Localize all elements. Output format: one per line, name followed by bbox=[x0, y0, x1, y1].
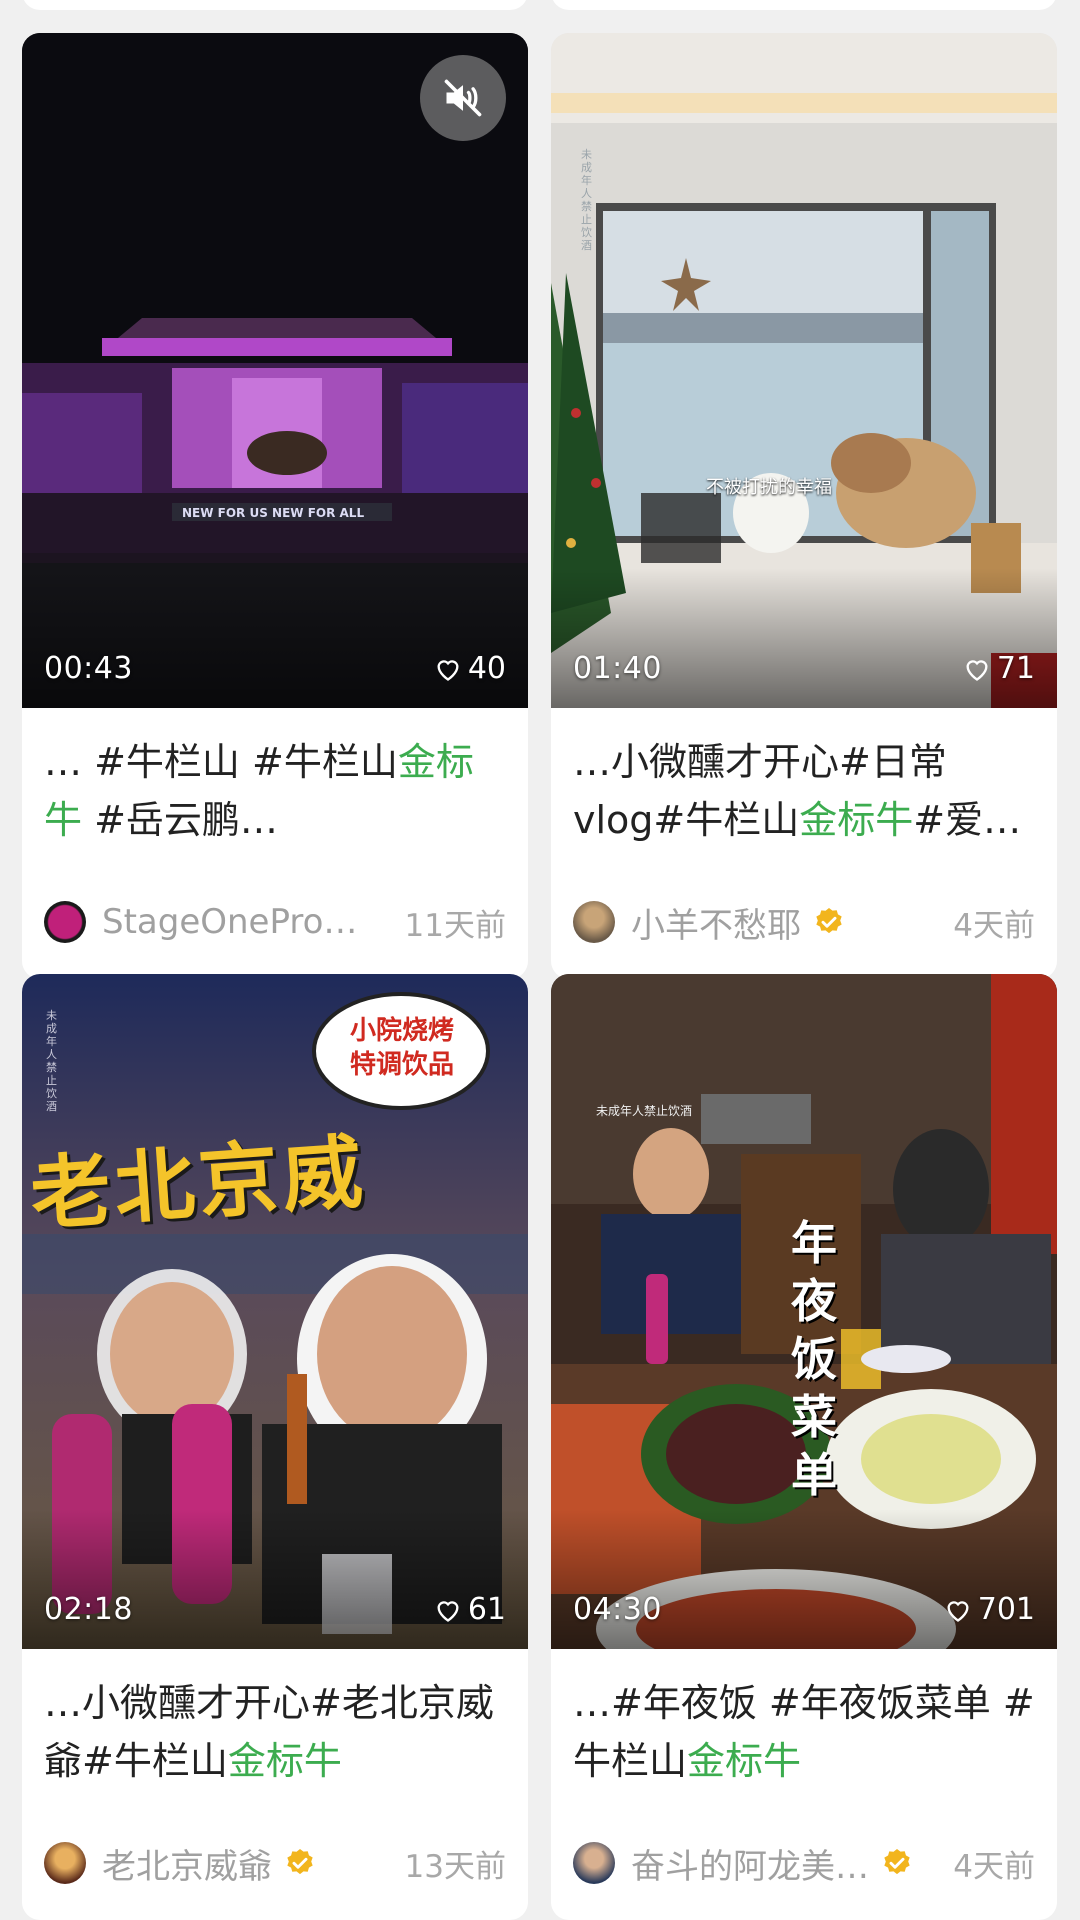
title-text-tail: #岳云鹏… bbox=[82, 798, 278, 842]
thumbnail-headline: 老北京威 bbox=[27, 1124, 370, 1242]
like-count[interactable]: 61 bbox=[434, 1592, 506, 1627]
author-avatar[interactable] bbox=[44, 901, 86, 943]
heart-icon bbox=[947, 1600, 969, 1622]
like-count[interactable]: 40 bbox=[434, 651, 506, 686]
verified-badge-icon bbox=[816, 908, 842, 934]
thumbnail-sign-text: NEW FOR US NEW FOR ALL bbox=[182, 506, 365, 520]
video-card[interactable]: 年夜饭菜单 未成年人禁止饮酒 04:30 701 …#年夜饭 #年夜饭菜单 #牛… bbox=[551, 974, 1057, 1920]
post-time: 11天前 bbox=[404, 907, 506, 944]
heart-icon bbox=[966, 659, 988, 681]
age-warning-note: 未成年人禁止饮酒 bbox=[581, 148, 592, 252]
verified-badge-icon bbox=[884, 1849, 910, 1875]
thumbnail-shade bbox=[22, 1509, 528, 1649]
heart-icon bbox=[437, 1600, 459, 1622]
video-title[interactable]: …小微醺才开心#日常vlog#牛栏山金标牛#爱… bbox=[573, 733, 1035, 849]
author-avatar[interactable] bbox=[573, 901, 615, 943]
video-card[interactable]: 不被打扰的幸福 未成年人禁止饮酒 01:40 71 …小微醺才开心#日常vlog… bbox=[551, 33, 1057, 979]
author-name[interactable]: StageOnePro… bbox=[102, 902, 357, 942]
thumbnail-shade bbox=[551, 1509, 1057, 1649]
previous-card-bottom bbox=[551, 0, 1057, 10]
video-card[interactable]: 老北京威 小院烧烤特调饮品 未成年人禁止饮酒 02:18 61 …小微醺才开心#… bbox=[22, 974, 528, 1920]
title-text-tail: #爱… bbox=[913, 798, 1022, 842]
author-avatar[interactable] bbox=[573, 1842, 615, 1884]
title-highlight: 金标牛 bbox=[799, 798, 914, 842]
card-meta: 小羊不愁耶 4天前 bbox=[573, 898, 1035, 947]
like-count[interactable]: 701 bbox=[944, 1592, 1035, 1627]
card-meta: 老北京威爺 13天前 bbox=[44, 1839, 506, 1888]
like-count-value: 61 bbox=[467, 1592, 506, 1627]
post-time: 4天前 bbox=[953, 1848, 1035, 1885]
thumbnail-shade bbox=[22, 568, 528, 708]
video-title[interactable]: … #牛栏山 #牛栏山金标牛 #岳云鹏… bbox=[44, 733, 506, 849]
video-thumbnail[interactable]: 不被打扰的幸福 未成年人禁止饮酒 01:40 71 bbox=[551, 33, 1057, 708]
video-title[interactable]: …#年夜饭 #年夜饭菜单 #牛栏山金标牛 bbox=[573, 1674, 1035, 1790]
age-warning-note: 未成年人禁止饮酒 bbox=[46, 1009, 57, 1113]
author-name[interactable]: 小羊不愁耶 bbox=[631, 898, 801, 947]
author-name[interactable]: 老北京威爺 bbox=[102, 1839, 272, 1888]
video-thumbnail[interactable]: 年夜饭菜单 未成年人禁止饮酒 04:30 701 bbox=[551, 974, 1057, 1649]
mute-button[interactable] bbox=[420, 55, 506, 141]
like-count-value: 40 bbox=[467, 651, 506, 686]
verified-badge-icon bbox=[287, 1849, 313, 1875]
author-avatar[interactable] bbox=[44, 1842, 86, 1884]
video-title[interactable]: …小微醺才开心#老北京威爺#牛栏山金标牛 bbox=[44, 1674, 506, 1790]
video-caption: 不被打扰的幸福 bbox=[706, 477, 832, 498]
video-duration: 00:43 bbox=[44, 651, 133, 686]
card-meta: StageOnePro… 11天前 bbox=[44, 899, 506, 945]
video-card[interactable]: NEW FOR US NEW FOR ALL 00:43 40 … #牛栏山 #… bbox=[22, 33, 528, 979]
post-time: 13天前 bbox=[404, 1848, 506, 1885]
like-count[interactable]: 71 bbox=[963, 651, 1035, 686]
like-count-value: 701 bbox=[977, 1592, 1035, 1627]
speech-bubble-text: 小院烧烤特调饮品 bbox=[349, 1016, 454, 1080]
mute-icon bbox=[444, 79, 482, 117]
title-highlight: 金标牛 bbox=[227, 1739, 342, 1783]
card-meta: 奋斗的阿龙美… 4天前 bbox=[573, 1839, 1035, 1888]
author-name[interactable]: 奋斗的阿龙美… bbox=[631, 1839, 869, 1888]
title-text: …#年夜饭 #年夜饭菜单 #牛栏山 bbox=[573, 1681, 1035, 1783]
video-duration: 04:30 bbox=[573, 1592, 662, 1627]
thumbnail-shade bbox=[551, 568, 1057, 708]
thumbnail-vertical-text: 年夜饭菜单 bbox=[791, 1216, 837, 1502]
heart-icon bbox=[437, 659, 459, 681]
video-duration: 02:18 bbox=[44, 1592, 133, 1627]
video-thumbnail[interactable]: 老北京威 小院烧烤特调饮品 未成年人禁止饮酒 02:18 61 bbox=[22, 974, 528, 1649]
title-text: … #牛栏山 #牛栏山 bbox=[44, 740, 398, 784]
like-count-value: 71 bbox=[996, 651, 1035, 686]
title-highlight: 金标牛 bbox=[687, 1739, 802, 1783]
post-time: 4天前 bbox=[953, 907, 1035, 944]
video-duration: 01:40 bbox=[573, 651, 662, 686]
previous-card-bottom bbox=[22, 0, 528, 10]
age-warning-note: 未成年人禁止饮酒 bbox=[596, 1104, 693, 1118]
video-thumbnail[interactable]: NEW FOR US NEW FOR ALL 00:43 40 bbox=[22, 33, 528, 708]
